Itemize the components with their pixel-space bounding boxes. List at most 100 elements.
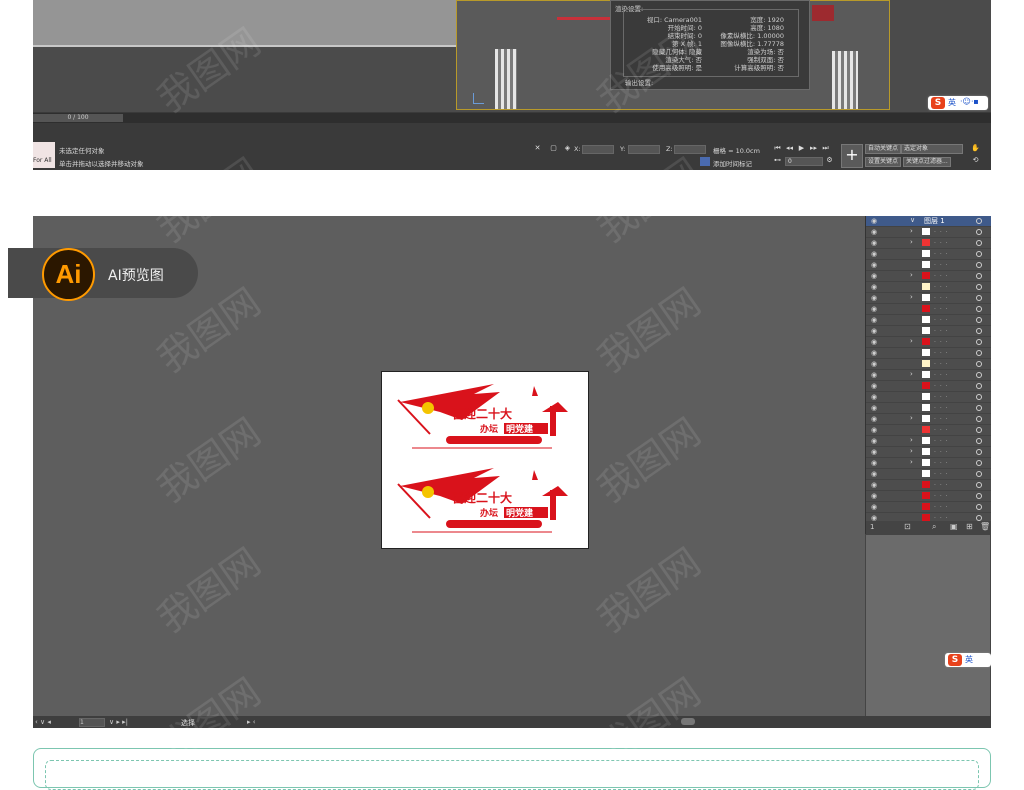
z-coord-field[interactable] <box>674 145 706 154</box>
visibility-eye-icon[interactable]: ◉ <box>871 492 877 500</box>
expand-chevron-icon[interactable]: › <box>910 436 913 444</box>
target-circle-icon[interactable] <box>976 273 982 279</box>
time-tag-icon[interactable] <box>700 157 710 166</box>
new-layer-icon[interactable]: ▣ <box>950 522 958 531</box>
layer-row[interactable]: ◉ . . . <box>866 502 991 513</box>
target-circle-icon[interactable] <box>976 416 982 422</box>
layer-row[interactable]: ◉ . . . <box>866 326 991 337</box>
expand-chevron-icon[interactable]: › <box>910 414 913 422</box>
layer-row[interactable]: ◉ . . . <box>866 381 991 392</box>
target-circle-icon[interactable] <box>976 383 982 389</box>
layer-row[interactable]: ◉ . . . <box>866 260 991 271</box>
selected-object-dropdown[interactable]: 选定对象 <box>901 144 963 154</box>
visibility-eye-icon[interactable]: ◉ <box>871 371 877 379</box>
layer-row[interactable]: ◉ . . . <box>866 315 991 326</box>
visibility-eye-icon[interactable]: ◉ <box>871 305 877 313</box>
target-circle-icon[interactable] <box>976 317 982 323</box>
expand-chevron-icon[interactable]: › <box>910 458 913 466</box>
new-sublayer-icon[interactable]: ⊡ <box>904 522 911 531</box>
target-circle-icon[interactable] <box>976 339 982 345</box>
layer-row[interactable]: ◉ › . . . <box>866 436 991 447</box>
layer-row[interactable]: ◉ . . . <box>866 403 991 414</box>
visibility-eye-icon[interactable]: ◉ <box>871 349 877 357</box>
expand-chevron-icon[interactable]: › <box>910 271 913 279</box>
key-filters-button[interactable]: 关键点过滤器... <box>903 157 951 167</box>
target-circle-icon[interactable] <box>976 284 982 290</box>
expand-chevron-icon[interactable]: › <box>910 238 913 246</box>
trash-icon[interactable]: 🗑 <box>980 522 990 531</box>
prev-frame-icon[interactable]: ◂◂ <box>785 144 794 153</box>
add-time-tag[interactable]: 添加时间标记 <box>713 158 752 168</box>
target-circle-icon[interactable] <box>976 262 982 268</box>
time-config-icon[interactable]: ⚙ <box>825 156 834 165</box>
target-circle-icon[interactable] <box>976 361 982 367</box>
target-circle-icon[interactable] <box>976 350 982 356</box>
key-mode-icon[interactable]: ⊷ <box>773 156 782 165</box>
visibility-eye-icon[interactable]: ◉ <box>871 316 877 324</box>
visibility-eye-icon[interactable]: ◉ <box>871 481 877 489</box>
target-circle-icon[interactable] <box>976 251 982 257</box>
layer-row[interactable]: ◉ . . . <box>866 249 991 260</box>
target-circle-icon[interactable] <box>976 240 982 246</box>
goto-start-icon[interactable]: ⏮ <box>773 144 782 153</box>
isolate-icon[interactable]: ✕ <box>533 144 542 153</box>
zoom-prev-icon[interactable]: ‹ ∨ ◂ <box>35 718 51 726</box>
layer-row[interactable]: ◉ › . . . <box>866 458 991 469</box>
visibility-eye-icon[interactable]: ◉ <box>871 393 877 401</box>
expand-chevron-icon[interactable]: ∨ <box>910 216 915 224</box>
target-circle-icon[interactable] <box>976 482 982 488</box>
layer-row[interactable]: ◉ . . . <box>866 304 991 315</box>
target-circle-icon[interactable] <box>976 504 982 510</box>
target-circle-icon[interactable] <box>976 438 982 444</box>
current-frame-field[interactable]: 0 <box>785 157 823 166</box>
visibility-eye-icon[interactable]: ◉ <box>871 470 877 478</box>
layer-row[interactable]: ◉ › . . . <box>866 271 991 282</box>
set-key-plus-icon[interactable]: + <box>841 144 863 168</box>
layer-row[interactable]: ◉ › . . . <box>866 293 991 304</box>
layer-row-top[interactable]: ◉ ∨ 图层 1 <box>866 216 991 227</box>
layer-row[interactable]: ◉ › . . . <box>866 337 991 348</box>
status-arrow-icon[interactable]: ▸ ‹ <box>247 718 256 726</box>
visibility-eye-icon[interactable]: ◉ <box>871 415 877 423</box>
layer-row[interactable]: ◉ . . . <box>866 392 991 403</box>
layer-row[interactable]: ◉ . . . <box>866 348 991 359</box>
expand-chevron-icon[interactable]: › <box>910 337 913 345</box>
target-circle-icon[interactable] <box>976 493 982 499</box>
target-circle-icon[interactable] <box>976 229 982 235</box>
horizontal-scroll-thumb[interactable] <box>681 718 695 725</box>
pan-icon[interactable]: ✋ <box>971 144 980 153</box>
absolute-mode-icon[interactable]: ◈ <box>563 144 572 153</box>
visibility-eye-icon[interactable]: ◉ <box>871 426 877 434</box>
visibility-eye-icon[interactable]: ◉ <box>871 382 877 390</box>
visibility-eye-icon[interactable]: ◉ <box>871 283 877 291</box>
visibility-eye-icon[interactable]: ◉ <box>871 217 877 225</box>
zoom-next-icon[interactable]: ∨ ▸ ▸| <box>109 718 128 726</box>
maxscript-listener[interactable]: For All <box>33 142 55 168</box>
expand-chevron-icon[interactable]: › <box>910 370 913 378</box>
visibility-eye-icon[interactable]: ◉ <box>871 360 877 368</box>
visibility-eye-icon[interactable]: ◉ <box>871 250 877 258</box>
target-circle-icon[interactable] <box>976 295 982 301</box>
orbit-icon[interactable]: ⟲ <box>971 156 980 165</box>
visibility-eye-icon[interactable]: ◉ <box>871 239 877 247</box>
visibility-eye-icon[interactable]: ◉ <box>871 448 877 456</box>
layer-row[interactable]: ◉ . . . <box>866 480 991 491</box>
visibility-eye-icon[interactable]: ◉ <box>871 272 877 280</box>
target-circle-icon[interactable] <box>976 218 982 224</box>
set-key-button[interactable]: 设置关键点 <box>865 157 902 167</box>
visibility-eye-icon[interactable]: ◉ <box>871 437 877 445</box>
artboard-number-field[interactable]: 1 <box>79 718 105 727</box>
target-circle-icon[interactable] <box>976 427 982 433</box>
add-layer-icon[interactable]: ⊞ <box>966 522 973 531</box>
visibility-eye-icon[interactable]: ◉ <box>871 503 877 511</box>
lock-icon[interactable]: ▢ <box>549 144 558 153</box>
visibility-eye-icon[interactable]: ◉ <box>871 338 877 346</box>
expand-chevron-icon[interactable]: › <box>910 447 913 455</box>
target-circle-icon[interactable] <box>976 394 982 400</box>
visibility-eye-icon[interactable]: ◉ <box>871 327 877 335</box>
visibility-eye-icon[interactable]: ◉ <box>871 294 877 302</box>
expand-chevron-icon[interactable]: › <box>910 227 913 235</box>
time-slider[interactable]: 0 / 100 <box>33 113 991 123</box>
target-circle-icon[interactable] <box>976 471 982 477</box>
goto-end-icon[interactable]: ⏭ <box>821 144 830 153</box>
